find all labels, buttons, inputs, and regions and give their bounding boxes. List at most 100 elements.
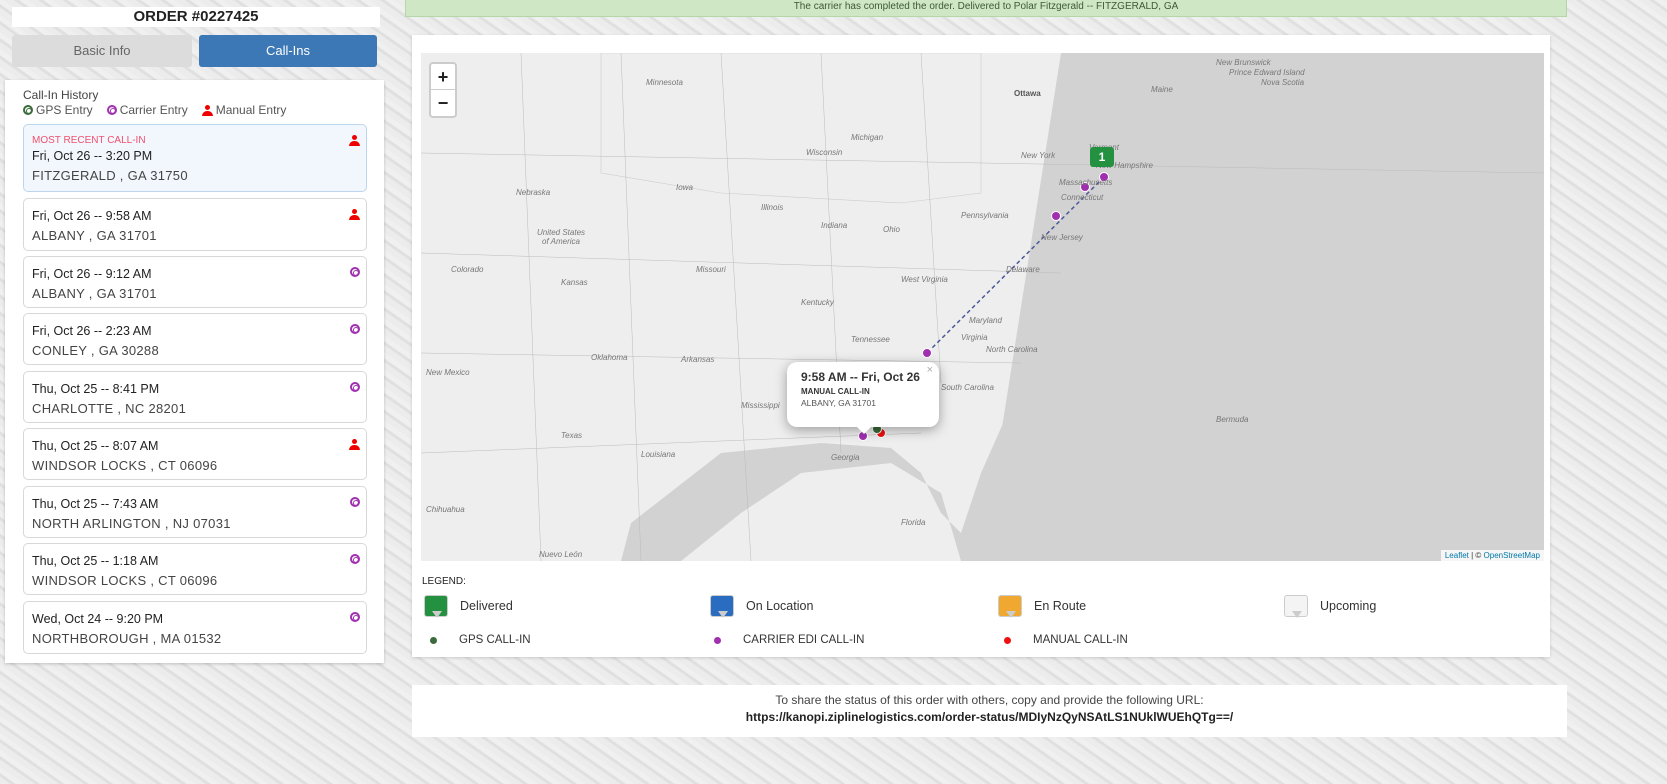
legend-pin-item: On Location (710, 595, 814, 618)
call-in-item[interactable]: Thu, Oct 25 -- 1:18 AM WINDSOR LOCKS , CT… (23, 543, 367, 595)
osm-link[interactable]: OpenStreetMap (1484, 551, 1540, 560)
call-in-item[interactable]: Fri, Oct 26 -- 2:23 AM CONLEY , GA 30288 (23, 313, 367, 365)
map[interactable]: Minnesota Wisconsin Michigan Iowa Nebraska Il… (421, 53, 1544, 561)
map-label: Nova Scotia (1261, 78, 1305, 87)
map-label: South Carolina (941, 383, 994, 392)
map-label: Chihuahua (426, 505, 465, 514)
legend-dot-item: GPS CALL-IN (430, 634, 531, 646)
crosshair-icon (350, 554, 360, 564)
map-label: Ohio (883, 225, 900, 234)
legend-label: On Location (746, 599, 814, 613)
map-label: Florida (901, 518, 926, 527)
map-label: Iowa (676, 183, 693, 192)
legend-carrier: Carrier Entry (119, 103, 188, 117)
call-in-item[interactable]: Thu, Oct 25 -- 7:43 AM NORTH ARLINGTON , … (23, 486, 367, 538)
gps-icon (23, 105, 33, 115)
call-in-location: NORTHBOROUGH , MA 01532 (32, 631, 222, 646)
zoom-out-button[interactable]: − (431, 90, 455, 116)
map-label: Maryland (969, 316, 1002, 325)
call-in-location: ALBANY , GA 31701 (32, 286, 157, 301)
map-label: Maine (1151, 85, 1173, 94)
delivered-marker[interactable]: 1 (1090, 147, 1114, 167)
map-attribution: Leaflet | © OpenStreetMap (1440, 550, 1544, 561)
legend-label: Delivered (460, 599, 513, 613)
legend-label: GPS CALL-IN (459, 634, 531, 646)
legend-dot-item: CARRIER EDI CALL-IN (714, 634, 864, 646)
map-label: Minnesota (646, 78, 683, 87)
call-in-item[interactable]: Fri, Oct 26 -- 9:12 AM ALBANY , GA 31701 (23, 256, 367, 308)
map-label: Kentucky (801, 298, 834, 307)
call-in-time: Wed, Oct 24 -- 9:20 PM (32, 612, 164, 626)
tab-basic-info[interactable]: Basic Info (12, 35, 192, 67)
map-popup: × 9:58 AM -- Fri, Oct 26 MANUAL CALL-IN … (787, 362, 939, 434)
call-in-time: Fri, Oct 26 -- 9:12 AM (32, 267, 152, 281)
legend-label: Upcoming (1320, 599, 1377, 613)
order-title: ORDER #0227425 (12, 7, 380, 27)
crosshair-icon (106, 105, 117, 115)
popup-title: 9:58 AM -- Fri, Oct 26 (801, 370, 920, 384)
map-label: Wisconsin (806, 148, 843, 157)
dot-icon (430, 636, 437, 644)
map-label: Prince Edward Island (1229, 68, 1305, 77)
status-banner: The carrier has completed the order. Del… (405, 0, 1567, 17)
call-in-location: ALBANY , GA 31701 (32, 228, 157, 243)
popup-close-button[interactable]: × (927, 364, 933, 376)
legend-pin-item: Upcoming (1284, 595, 1377, 618)
ocean (621, 53, 1544, 561)
call-in-item[interactable]: Wed, Oct 24 -- 9:20 PM NORTHBOROUGH , MA … (23, 601, 367, 654)
map-pin-icon (710, 595, 734, 618)
call-in-item[interactable]: Thu, Oct 25 -- 8:07 AM WINDSOR LOCKS , CT… (23, 428, 367, 480)
crosshair-icon (350, 382, 360, 392)
call-in-time: Thu, Oct 25 -- 8:41 PM (32, 382, 160, 396)
call-in-time: Thu, Oct 25 -- 7:43 AM (32, 497, 159, 511)
legend-pin-item: En Route (998, 595, 1086, 618)
person-icon (201, 104, 213, 116)
map-background (421, 53, 1544, 561)
call-in-item[interactable]: Fri, Oct 26 -- 9:58 AM ALBANY , GA 31701 (23, 198, 367, 251)
call-in-time: Fri, Oct 26 -- 9:58 AM (32, 209, 152, 223)
crosshair-icon (350, 612, 360, 622)
leaflet-link[interactable]: Leaflet (1445, 551, 1469, 560)
map-label: Connecticut (1061, 193, 1104, 202)
share-text: To share the status of this order with o… (775, 693, 1204, 707)
map-label: Georgia (831, 453, 860, 462)
map-label: Delaware (1006, 265, 1040, 274)
carrier-call-in-point[interactable] (1051, 211, 1061, 221)
map-pin-icon (424, 595, 448, 618)
map-label: North Carolina (986, 345, 1038, 354)
dot-icon (714, 636, 721, 644)
entry-legend: GPS Entry Carrier Entry Manual Entry (23, 103, 286, 117)
call-in-location: WINDSOR LOCKS , CT 06096 (32, 573, 218, 588)
popup-address: ALBANY, GA 31701 (801, 398, 876, 408)
legend-dot-item: MANUAL CALL-IN (1004, 634, 1128, 646)
legend-pin-item: Delivered (424, 595, 513, 618)
zoom-in-button[interactable]: + (431, 64, 455, 90)
history-title: Call-In History (23, 88, 99, 102)
share-url[interactable]: https://kanopi.ziplinelogistics.com/orde… (412, 710, 1567, 724)
map-label: Arkansas (681, 355, 715, 364)
popup-type: MANUAL CALL-IN (801, 387, 870, 396)
call-in-location: NORTH ARLINGTON , NJ 07031 (32, 516, 231, 531)
share-box: To share the status of this order with o… (412, 685, 1567, 737)
map-pin-icon (1284, 595, 1308, 618)
map-label: Nebraska (516, 188, 551, 197)
call-in-item[interactable]: MOST RECENT CALL-IN Fri, Oct 26 -- 3:20 P… (23, 124, 367, 192)
map-label: Louisiana (641, 450, 676, 459)
carrier-call-in-point[interactable] (922, 348, 932, 358)
legend-label: MANUAL CALL-IN (1033, 634, 1128, 646)
call-in-location: CONLEY , GA 30288 (32, 343, 159, 358)
call-in-location: WINDSOR LOCKS , CT 06096 (32, 458, 218, 473)
tab-call-ins[interactable]: Call-Ins (199, 35, 377, 67)
map-pin-icon (998, 595, 1022, 618)
map-label: Bermuda (1216, 415, 1249, 424)
map-label: Massachusetts (1059, 178, 1113, 187)
call-in-item[interactable]: Thu, Oct 25 -- 8:41 PM CHARLOTTE , NC 282… (23, 371, 367, 423)
call-in-time: Fri, Oct 26 -- 2:23 AM (32, 324, 152, 338)
map-label: New Brunswick (1216, 58, 1271, 67)
map-label: Virginia (961, 333, 988, 342)
call-in-location: CHARLOTTE , NC 28201 (32, 401, 187, 416)
crosshair-icon (350, 497, 360, 507)
crosshair-icon (350, 324, 360, 334)
person-icon (349, 209, 360, 220)
attribution-separator: | © (1468, 551, 1484, 560)
